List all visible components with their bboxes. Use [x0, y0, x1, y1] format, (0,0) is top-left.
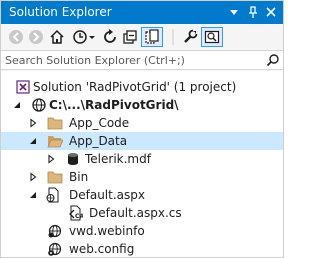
show-all-files-toggle[interactable] [141, 27, 163, 47]
tree-item-project[interactable]: C:\...\RadPivotGrid\ [1, 96, 283, 114]
tree-item-web-config[interactable]: web.config [1, 240, 283, 258]
solution-explorer-panel: Solution Explorer Solution 'RadPivotGrid… [0, 0, 284, 258]
tree-item-label: Default.aspx.cs [89, 206, 182, 220]
search-input[interactable] [5, 53, 245, 67]
tree-item-solution[interactable]: Solution 'RadPivotGrid' (1 project) [1, 78, 283, 96]
config-gear-icon [48, 242, 62, 256]
home-icon[interactable] [48, 27, 66, 47]
solution-tree: Solution 'RadPivotGrid' (1 project) C:\.… [1, 71, 283, 257]
window-position-dropdown-icon[interactable] [226, 4, 242, 20]
back-icon[interactable] [7, 27, 25, 47]
collapse-all-icon[interactable] [121, 27, 139, 47]
webinfo-globe-icon [48, 224, 62, 238]
open-folder-icon [47, 136, 63, 148]
tree-item-app-data[interactable]: App_Data [1, 132, 283, 150]
search-icon[interactable] [266, 53, 280, 67]
refresh-icon[interactable] [101, 27, 119, 47]
forward-icon[interactable] [27, 27, 45, 47]
svg-text:C#: C# [75, 213, 83, 220]
expanded-arrow-icon[interactable] [11, 99, 23, 111]
auto-hide-pin-icon[interactable] [245, 4, 261, 20]
tree-item-label: C:\...\RadPivotGrid\ [49, 98, 179, 112]
search-box[interactable] [1, 50, 283, 70]
title-bar: Solution Explorer [1, 1, 283, 24]
tree-item-vwd-webinfo[interactable]: vwd.webinfo [1, 222, 283, 240]
tree-item-label: App_Code [69, 116, 130, 130]
toolbar-separator [172, 29, 174, 45]
preview-selected-items-toggle[interactable] [201, 27, 223, 47]
collapsed-arrow-icon[interactable] [27, 171, 39, 183]
tree-item-label: vwd.webinfo [69, 224, 145, 238]
web-project-globe-icon [32, 98, 46, 112]
properties-wrench-icon[interactable] [181, 27, 199, 47]
close-icon[interactable] [263, 4, 279, 20]
solution-icon [16, 80, 30, 94]
history-dropdown-icon[interactable] [71, 27, 97, 47]
tree-item-label: web.config [69, 242, 135, 256]
tree-item-telerik-mdf[interactable]: Telerik.mdf [1, 150, 283, 168]
csharp-code-file-icon: C# [69, 205, 83, 221]
tree-item-label: App_Data [69, 134, 128, 148]
folder-icon [47, 117, 63, 130]
tree-item-label: Default.aspx [69, 188, 145, 202]
tree-item-default-aspx[interactable]: Default.aspx [1, 186, 283, 204]
database-icon [68, 153, 78, 165]
tree-item-app-code[interactable]: App_Code [1, 114, 283, 132]
tree-item-bin[interactable]: Bin [1, 168, 283, 186]
tree-item-default-aspx-cs[interactable]: C# Default.aspx.cs [1, 204, 283, 222]
collapsed-arrow-icon[interactable] [27, 117, 39, 129]
preview-icon [204, 30, 220, 44]
panel-title: Solution Explorer [9, 5, 112, 19]
web-form-file-icon [46, 187, 59, 203]
expanded-arrow-icon[interactable] [27, 135, 39, 147]
tree-item-label: Telerik.mdf [85, 152, 151, 166]
toolbar [1, 24, 283, 50]
folder-icon [47, 171, 63, 184]
tree-item-label: Bin [69, 170, 89, 184]
show-all-files-icon [145, 29, 159, 44]
expanded-arrow-icon[interactable] [27, 189, 39, 201]
tree-item-label: Solution 'RadPivotGrid' (1 project) [33, 80, 237, 94]
collapsed-arrow-icon[interactable] [45, 153, 57, 165]
